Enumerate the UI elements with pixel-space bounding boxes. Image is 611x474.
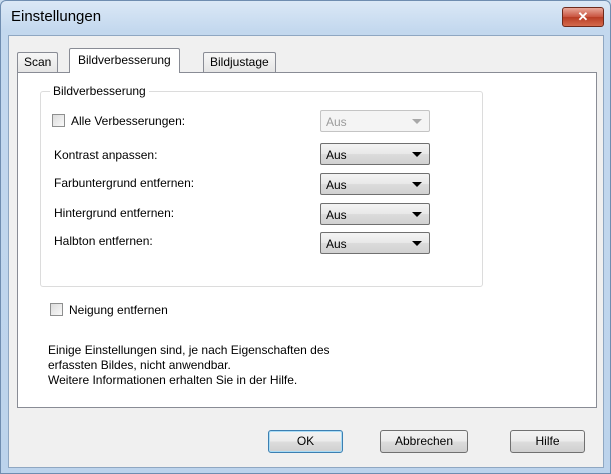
- background-select[interactable]: Aus: [320, 203, 430, 225]
- chevron-down-icon: [412, 241, 422, 246]
- select-value: Aus: [326, 178, 347, 192]
- info-line: erfassten Bildes, nicht anwendbar.: [48, 358, 231, 372]
- help-button[interactable]: Hilfe: [510, 430, 585, 453]
- halftone-label: Halbton entfernen:: [54, 234, 153, 248]
- settings-dialog: Einstellungen ✕ Scan Bildverbesserung Bi…: [0, 0, 611, 474]
- tab-panel-bildverbesserung: Bildverbesserung Alle Verbesserungen: Au…: [17, 72, 597, 408]
- all-improvements-label[interactable]: Alle Verbesserungen:: [71, 114, 185, 128]
- tab-bildjustage[interactable]: Bildjustage: [203, 52, 276, 73]
- color-background-select[interactable]: Aus: [320, 173, 430, 195]
- group-legend: Bildverbesserung: [50, 84, 149, 98]
- all-improvements-select: Aus: [320, 110, 430, 132]
- tab-scan[interactable]: Scan: [17, 52, 59, 73]
- background-label: Hintergrund entfernen:: [54, 206, 175, 220]
- ok-button[interactable]: OK: [268, 430, 343, 453]
- title-bar[interactable]: Einstellungen ✕: [1, 1, 610, 33]
- color-background-label: Farbuntergrund entfernen:: [54, 176, 195, 190]
- close-button[interactable]: ✕: [562, 7, 604, 27]
- dialog-client-area: Scan Bildverbesserung Bildjustage Bildve…: [8, 35, 604, 468]
- all-improvements-checkbox[interactable]: [52, 114, 65, 127]
- chevron-down-icon: [412, 212, 422, 217]
- select-value: Aus: [326, 148, 347, 162]
- select-value: Aus: [326, 115, 347, 129]
- image-enhancement-group: Bildverbesserung Alle Verbesserungen: Au…: [40, 84, 483, 287]
- info-text: Einige Einstellungen sind, je nach Eigen…: [48, 343, 330, 388]
- deskew-checkbox[interactable]: [50, 303, 63, 316]
- info-line: Einige Einstellungen sind, je nach Eigen…: [48, 343, 330, 357]
- contrast-label: Kontrast anpassen:: [54, 148, 158, 162]
- chevron-down-icon: [412, 119, 422, 124]
- halftone-select[interactable]: Aus: [320, 232, 430, 254]
- close-icon: ✕: [577, 9, 589, 24]
- select-value: Aus: [326, 208, 347, 222]
- chevron-down-icon: [412, 182, 422, 187]
- chevron-down-icon: [412, 152, 422, 157]
- contrast-select[interactable]: Aus: [320, 143, 430, 165]
- tab-bildverbesserung[interactable]: Bildverbesserung: [69, 48, 180, 73]
- deskew-label[interactable]: Neigung entfernen: [69, 303, 168, 317]
- window-title: Einstellungen: [11, 8, 102, 25]
- select-value: Aus: [326, 237, 347, 251]
- info-line: Weitere Informationen erhalten Sie in de…: [48, 373, 298, 387]
- cancel-button[interactable]: Abbrechen: [380, 430, 468, 453]
